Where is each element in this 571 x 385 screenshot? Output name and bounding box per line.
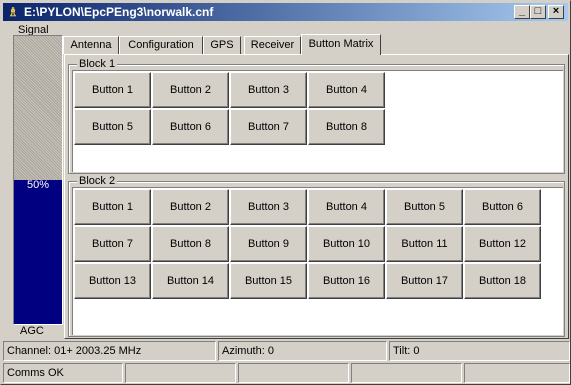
close-button[interactable]: × [548, 5, 564, 19]
block1-button-1[interactable]: Button 1 [74, 72, 151, 108]
channel-status: Channel: 01+ 2003.25 MHz [3, 341, 216, 361]
block1-button-5[interactable]: Button 5 [74, 109, 151, 145]
status-bar: Channel: 01+ 2003.25 MHz Azimuth: 0 Tilt… [3, 341, 570, 361]
block2-button-2[interactable]: Button 2 [152, 189, 229, 225]
status-cell-4 [351, 363, 462, 383]
block1-button-6[interactable]: Button 6 [152, 109, 229, 145]
block2-button-7[interactable]: Button 7 [74, 226, 151, 262]
block2-button-1[interactable]: Button 1 [74, 189, 151, 225]
block1-group: Block 1 Button 1 Button 2 Button 3 Button 4… [68, 57, 565, 174]
title-bar[interactable]: ♗ E:\PYLON\EpcPEng3\norwalk.cnf _ □ × [3, 3, 568, 21]
button-matrix-panel: Block 1 Button 1 Button 2 Button 3 Button 4… [64, 54, 569, 339]
block2-button-8[interactable]: Button 8 [152, 226, 229, 262]
status-cell-3 [238, 363, 349, 383]
signal-meter: 50% [13, 35, 63, 325]
block2-button-14[interactable]: Button 14 [152, 263, 229, 299]
maximize-button[interactable]: □ [530, 5, 546, 19]
block2-button-4[interactable]: Button 4 [308, 189, 385, 225]
block2-area: Button 1 Button 2 Button 3 Button 4 Button 5… [72, 187, 563, 335]
block2-button-18[interactable]: Button 18 [464, 263, 541, 299]
block2-group: Block 2 Button 1 Button 2 Button 3 Button 4… [68, 174, 565, 337]
status-cell-2 [125, 363, 236, 383]
status-cell-5 [464, 363, 570, 383]
block1-label: Block 1 [77, 57, 118, 71]
block2-button-10[interactable]: Button 10 [308, 226, 385, 262]
signal-level-fill [14, 180, 62, 324]
tilt-status: Tilt: 0 [389, 341, 570, 361]
window-title: E:\PYLON\EpcPEng3\norwalk.cnf [24, 5, 214, 19]
tab-configuration[interactable]: Configuration [119, 36, 203, 54]
block2-button-16[interactable]: Button 16 [308, 263, 385, 299]
azimuth-status: Azimuth: 0 [218, 341, 387, 361]
block1-button-4[interactable]: Button 4 [308, 72, 385, 108]
tab-antenna[interactable]: Antenna [63, 36, 119, 54]
block2-button-9[interactable]: Button 9 [230, 226, 307, 262]
secondary-status-bar: Comms OK [3, 363, 570, 383]
comms-status: Comms OK [3, 363, 123, 383]
block2-button-11[interactable]: Button 11 [386, 226, 463, 262]
block2-button-5[interactable]: Button 5 [386, 189, 463, 225]
minimize-button[interactable]: _ [514, 5, 530, 19]
block2-button-13[interactable]: Button 13 [74, 263, 151, 299]
block2-button-12[interactable]: Button 12 [464, 226, 541, 262]
block1-button-3[interactable]: Button 3 [230, 72, 307, 108]
tab-gps[interactable]: GPS [203, 36, 241, 54]
block2-button-3[interactable]: Button 3 [230, 189, 307, 225]
agc-label: AGC [20, 325, 44, 337]
app-window: ♗ E:\PYLON\EpcPEng3\norwalk.cnf _ □ × Si… [0, 0, 571, 385]
block1-area: Button 1 Button 2 Button 3 Button 4 Button 5… [72, 70, 563, 172]
block2-button-17[interactable]: Button 17 [386, 263, 463, 299]
tab-button-matrix[interactable]: Button Matrix [301, 34, 381, 55]
block2-button-15[interactable]: Button 15 [230, 263, 307, 299]
block1-button-2[interactable]: Button 2 [152, 72, 229, 108]
signal-percent: 50% [26, 179, 50, 191]
block2-button-6[interactable]: Button 6 [464, 189, 541, 225]
block2-label: Block 2 [77, 174, 118, 188]
tab-receiver[interactable]: Receiver [244, 36, 301, 54]
app-icon[interactable]: ♗ [6, 5, 20, 19]
block1-button-8[interactable]: Button 8 [308, 109, 385, 145]
block1-button-7[interactable]: Button 7 [230, 109, 307, 145]
